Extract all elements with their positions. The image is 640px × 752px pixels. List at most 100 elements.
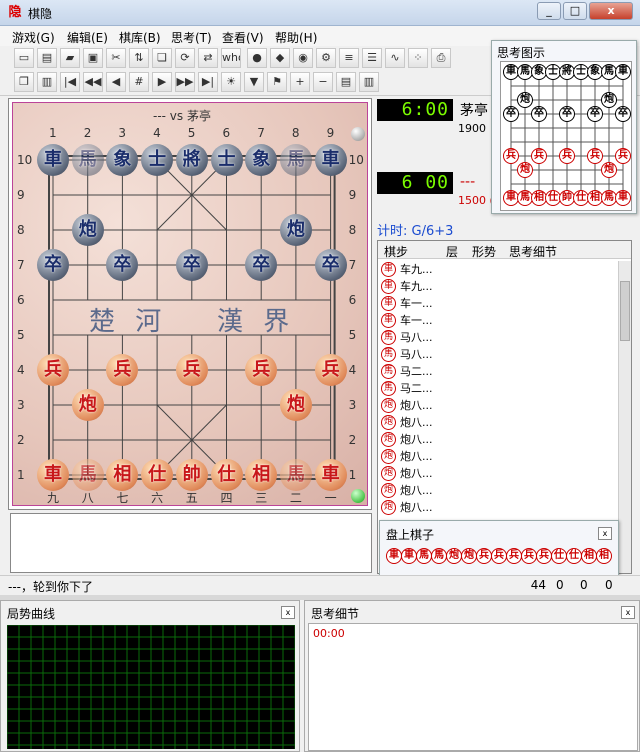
moves-scrollbar[interactable] <box>618 261 631 573</box>
move-row[interactable]: 炮炮八... <box>378 431 618 448</box>
black-piece[interactable]: 士 <box>210 144 243 176</box>
scroll-thumb[interactable] <box>620 281 630 341</box>
cut-button[interactable]: ✂ <box>106 48 126 68</box>
move-row[interactable]: 馬马二... <box>378 380 618 397</box>
black-piece[interactable]: 士 <box>141 144 174 176</box>
close-icon[interactable]: x <box>281 606 295 619</box>
drop-button[interactable]: ▼ <box>244 72 264 92</box>
black-piece[interactable]: 卒 <box>37 249 69 281</box>
close-button[interactable]: x <box>589 2 633 20</box>
black-piece[interactable]: 卒 <box>245 249 278 281</box>
move-row[interactable]: 炮炮八... <box>378 499 618 516</box>
menu-library[interactable]: 棋库(B) <box>119 29 161 46</box>
open-button[interactable]: ▤ <box>37 48 57 68</box>
move-row[interactable]: 車车一... <box>378 312 618 329</box>
red-piece[interactable]: 兵 <box>314 354 347 386</box>
col-detail[interactable]: 思考细节 <box>509 243 557 260</box>
circle-button[interactable]: ● <box>247 48 267 68</box>
comment-box[interactable] <box>10 513 372 573</box>
move-text: 车九... <box>400 263 433 276</box>
move-row[interactable]: 馬马八... <box>378 346 618 363</box>
col-move[interactable]: 棋步 <box>384 243 408 260</box>
bulb-button[interactable]: ☀ <box>221 72 241 92</box>
move-row[interactable]: 馬马八... <box>378 329 618 346</box>
close-icon[interactable]: x <box>621 606 635 619</box>
black-piece[interactable]: 車 <box>37 144 69 176</box>
menu-think[interactable]: 思考(T) <box>171 29 212 46</box>
print-button[interactable]: ⎙ <box>431 48 451 68</box>
sort-button[interactable]: ⇅ <box>129 48 149 68</box>
red-piece[interactable]: 仕 <box>210 459 243 491</box>
menu-view[interactable]: 查看(V) <box>222 29 264 46</box>
gear-button[interactable]: ⚙ <box>316 48 336 68</box>
red-piece[interactable]: 相 <box>245 459 278 491</box>
red-piece[interactable]: 車 <box>314 459 347 491</box>
menu-game[interactable]: 游戏(G) <box>12 29 55 46</box>
black-piece[interactable]: 車 <box>314 144 347 176</box>
diamond-button[interactable]: ◆ <box>270 48 290 68</box>
red-piece[interactable]: 兵 <box>245 354 278 386</box>
menu-edit[interactable]: 编辑(E) <box>67 29 108 46</box>
black-piece[interactable]: 將 <box>175 144 208 176</box>
detail-line: 00:00 <box>313 627 345 640</box>
xiangqi-board[interactable]: --- vs 茅亭 楚 河 漢 界 1 2 3 4 5 6 7 8 9 九八七六五四三二一 10 9 8… <box>12 102 368 506</box>
new-button[interactable]: ▭ <box>14 48 34 68</box>
rotate-button[interactable]: ⟳ <box>175 48 195 68</box>
chart-button[interactable]: ∿ <box>385 48 405 68</box>
paste-button[interactable]: ▥ <box>37 72 57 92</box>
black-piece[interactable]: 炮 <box>279 214 312 246</box>
flag-b-button[interactable]: ▥ <box>359 72 379 92</box>
move-row[interactable]: 車车九... <box>378 261 618 278</box>
eye-button[interactable]: ◉ <box>293 48 313 68</box>
move-row[interactable]: 炮炮八... <box>378 482 618 499</box>
list-button[interactable]: ☰ <box>362 48 382 68</box>
grid-button[interactable]: # <box>129 72 149 92</box>
close-icon[interactable]: x <box>598 527 612 540</box>
maximize-button[interactable]: □ <box>563 2 587 20</box>
red-piece[interactable]: 馬 <box>71 459 104 491</box>
col-eval[interactable]: 形势 <box>472 243 496 260</box>
move-row[interactable]: 炮炮八... <box>378 448 618 465</box>
who-button[interactable]: who <box>221 48 241 68</box>
plus-button[interactable]: + <box>290 72 310 92</box>
minimize-button[interactable]: _ <box>537 2 561 20</box>
black-piece[interactable]: 馬 <box>71 144 104 176</box>
black-piece[interactable]: 象 <box>245 144 278 176</box>
red-piece[interactable]: 馬 <box>279 459 312 491</box>
move-row[interactable]: 炮炮八... <box>378 397 618 414</box>
move-row[interactable]: 炮炮八... <box>378 465 618 482</box>
folder-button[interactable]: ▰ <box>60 48 80 68</box>
red-piece[interactable]: 車 <box>37 459 69 491</box>
next-fast-button[interactable]: ▶▶ <box>175 72 195 92</box>
move-row[interactable]: 車车九... <box>378 278 618 295</box>
minus-button[interactable]: − <box>313 72 333 92</box>
red-piece[interactable]: 兵 <box>175 354 208 386</box>
black-piece[interactable]: 馬 <box>279 144 312 176</box>
red-piece[interactable]: 仕 <box>141 459 174 491</box>
flag-button[interactable]: ⚑ <box>267 72 287 92</box>
copy-button[interactable]: ❏ <box>152 48 172 68</box>
black-piece[interactable]: 卒 <box>175 249 208 281</box>
stack-button[interactable]: ≡ <box>339 48 359 68</box>
flag-a-button[interactable]: ▤ <box>336 72 356 92</box>
black-piece[interactable]: 炮 <box>71 214 104 246</box>
copy-doc-button[interactable]: ❐ <box>14 72 34 92</box>
move-row[interactable]: 馬马二... <box>378 363 618 380</box>
menu-help[interactable]: 帮助(H) <box>275 29 317 46</box>
save-button[interactable]: ▣ <box>83 48 103 68</box>
last-button[interactable]: ▶| <box>198 72 218 92</box>
prev-fast-button[interactable]: ◀◀ <box>83 72 103 92</box>
move-row[interactable]: 炮炮八... <box>378 414 618 431</box>
col-depth[interactable]: 层 <box>446 243 458 260</box>
prev-button[interactable]: ◀ <box>106 72 126 92</box>
flip-button[interactable]: ⇄ <box>198 48 218 68</box>
dots-button[interactable]: ⁘ <box>408 48 428 68</box>
next-button[interactable]: ▶ <box>152 72 172 92</box>
red-piece[interactable]: 帥 <box>175 459 208 491</box>
red-piece[interactable]: 兵 <box>37 354 69 386</box>
red-piece[interactable]: 炮 <box>71 389 104 421</box>
first-button[interactable]: |◀ <box>60 72 80 92</box>
move-row[interactable]: 車车一... <box>378 295 618 312</box>
red-piece[interactable]: 炮 <box>279 389 312 421</box>
black-piece[interactable]: 卒 <box>314 249 347 281</box>
